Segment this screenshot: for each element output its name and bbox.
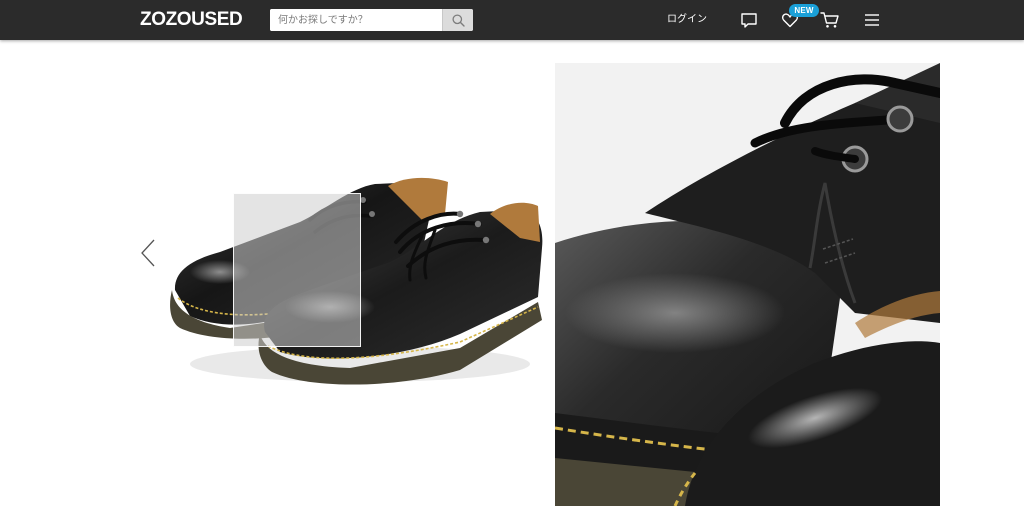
site-header: ZOZOUSED ログイン NEW xyxy=(0,0,1024,40)
previous-image-button[interactable] xyxy=(138,236,158,270)
chat-bubble-icon xyxy=(741,13,757,28)
menu-button[interactable] xyxy=(862,10,882,30)
search-icon xyxy=(451,13,465,27)
hamburger-menu-icon xyxy=(865,14,879,26)
login-link[interactable]: ログイン xyxy=(667,13,707,27)
cart-button[interactable] xyxy=(820,10,840,30)
site-logo[interactable]: ZOZOUSED xyxy=(140,9,243,31)
new-badge: NEW xyxy=(789,4,819,17)
chevron-left-icon xyxy=(141,239,155,267)
search-input[interactable] xyxy=(270,9,442,31)
main-product-image[interactable] xyxy=(160,102,550,402)
search-button[interactable] xyxy=(442,9,473,31)
search-bar xyxy=(270,9,473,31)
zoomed-image xyxy=(555,63,940,506)
cart-icon xyxy=(820,12,839,28)
chat-button[interactable] xyxy=(739,10,759,30)
